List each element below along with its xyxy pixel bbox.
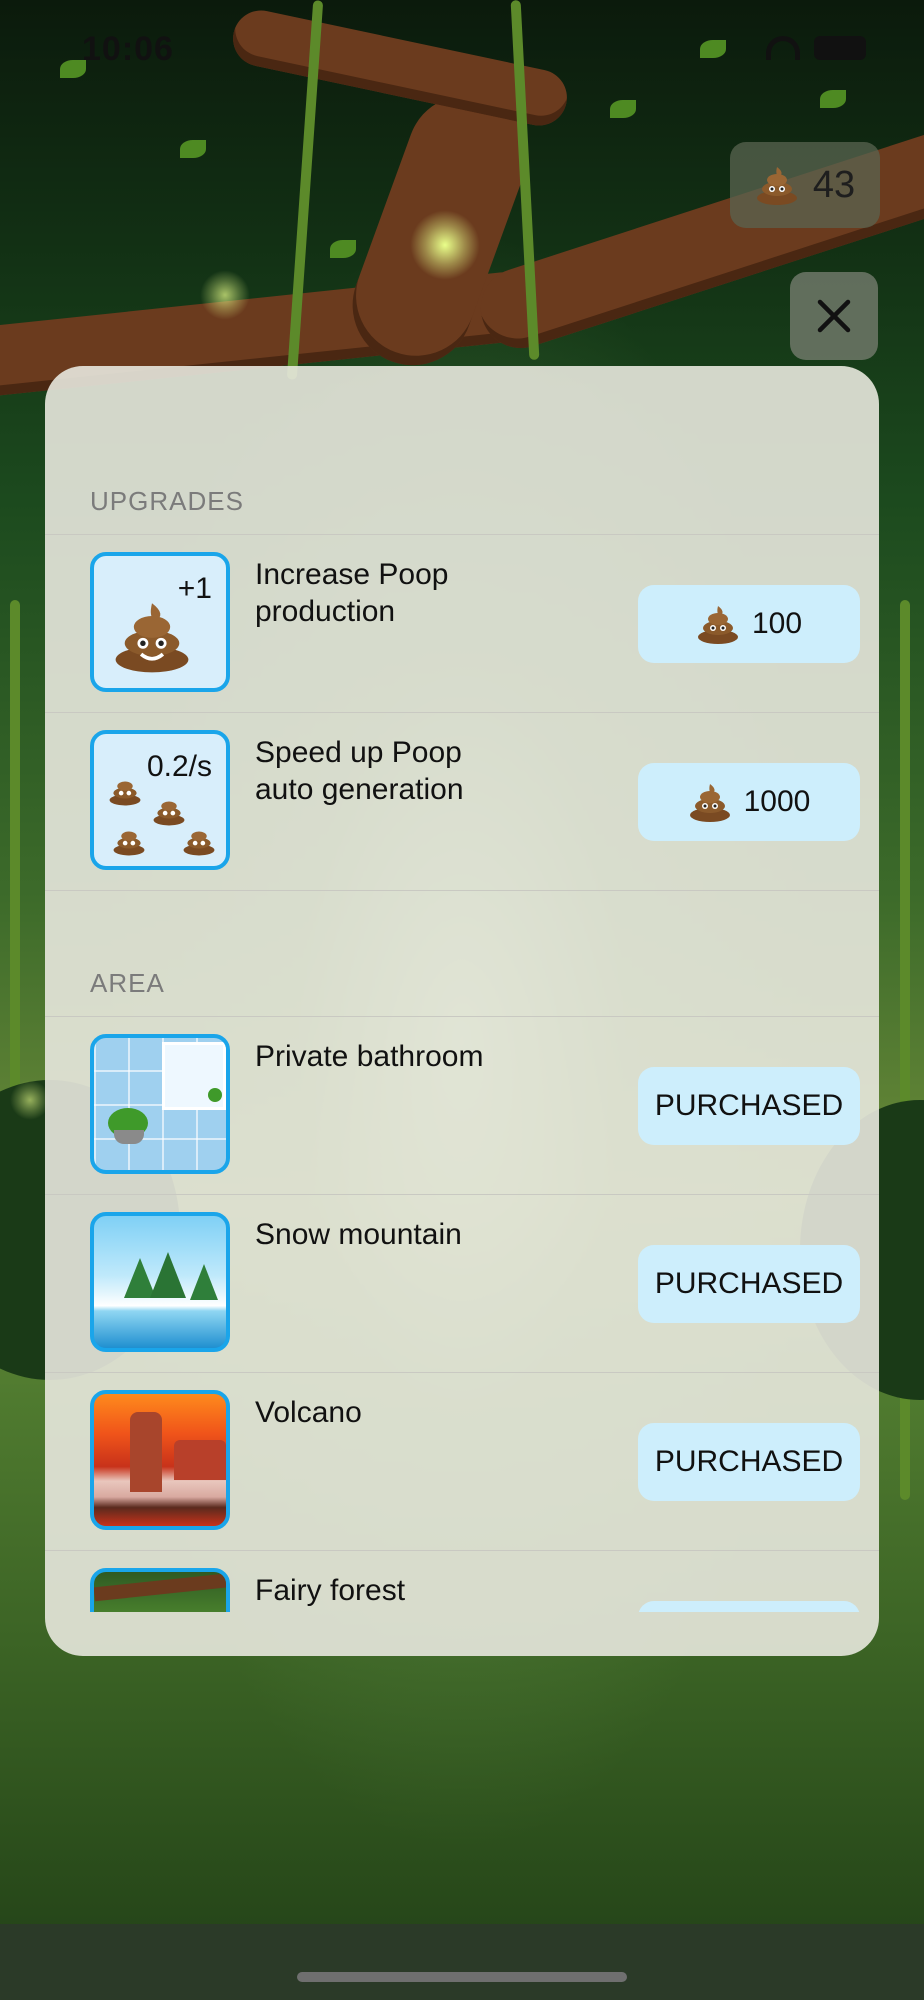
- poop-icon: [755, 165, 799, 205]
- upgrade-auto-generation-buy-button[interactable]: 1000: [638, 763, 860, 841]
- poop-icon: [183, 831, 215, 856]
- poop-icon: [697, 606, 738, 644]
- area-row-volcano: Volcano PURCHASED: [45, 1372, 879, 1550]
- upgrade-production-price: 100: [751, 607, 803, 640]
- upgrade-production-thumb: +1: [90, 552, 230, 692]
- area-row-private-bathroom: Private bathroom PURCHASED: [45, 1016, 879, 1194]
- poop-icon: [109, 781, 141, 806]
- upgrade-auto-generation-thumb: 0.2/s: [90, 730, 230, 870]
- upgrade-auto-generation-price: 1000: [743, 785, 811, 818]
- volcano-thumb: [90, 1390, 230, 1530]
- upgrade-row-production: +1 Increase Poop production 100: [45, 534, 879, 712]
- snow-mountain-purchased-button[interactable]: PURCHASED: [638, 1245, 860, 1323]
- poop-icon: [113, 831, 145, 856]
- snow-mountain-title: Snow mountain: [255, 1218, 462, 1251]
- poop-icon: [153, 801, 185, 826]
- poop-icon: [689, 784, 730, 822]
- shop-scroll-area[interactable]: UPGRADES +1 Increase Poop production 100…: [45, 366, 879, 1612]
- close-icon: [817, 299, 851, 333]
- upgrade-auto-generation-title: Speed up Poop auto generation: [255, 736, 464, 806]
- snow-mountain-thumb: [90, 1212, 230, 1352]
- upgrade-production-title: Increase Poop production: [255, 558, 449, 628]
- poop-icon: [115, 603, 189, 673]
- status-time: 10:06: [82, 30, 174, 68]
- private-bathroom-purchased-button[interactable]: PURCHASED: [638, 1067, 860, 1145]
- fairy-forest-buy-button[interactable]: [638, 1601, 860, 1612]
- area-row-snow-mountain: Snow mountain PURCHASED: [45, 1194, 879, 1372]
- private-bathroom-thumb: [90, 1034, 230, 1174]
- area-header: AREA: [90, 968, 165, 998]
- area-row-fairy-forest: Fairy forest: [45, 1550, 879, 1612]
- status-icons: [766, 36, 866, 60]
- poop-counter: 43: [730, 142, 880, 228]
- shop-modal: UPGRADES +1 Increase Poop production 100…: [45, 366, 879, 1656]
- upgrade-auto-generation-badge: 0.2/s: [146, 750, 212, 783]
- fairy-forest-thumb: [90, 1568, 230, 1612]
- fairy-forest-title: Fairy forest: [255, 1574, 406, 1607]
- upgrades-header: UPGRADES: [90, 486, 244, 516]
- wifi-icon: [766, 36, 800, 60]
- close-button[interactable]: [790, 272, 878, 360]
- private-bathroom-title: Private bathroom: [255, 1040, 484, 1073]
- bottom-system-bar: [0, 1924, 924, 2000]
- upgrade-production-buy-button[interactable]: 100: [638, 585, 860, 663]
- divider: [45, 890, 879, 891]
- home-indicator[interactable]: [297, 1972, 627, 1982]
- battery-icon: [814, 36, 866, 60]
- volcano-title: Volcano: [255, 1396, 362, 1429]
- volcano-purchased-button[interactable]: PURCHASED: [638, 1423, 860, 1501]
- poop-count: 43: [812, 163, 856, 206]
- upgrade-row-auto-generation: 0.2/s Speed up Poop auto generation 1000: [45, 712, 879, 890]
